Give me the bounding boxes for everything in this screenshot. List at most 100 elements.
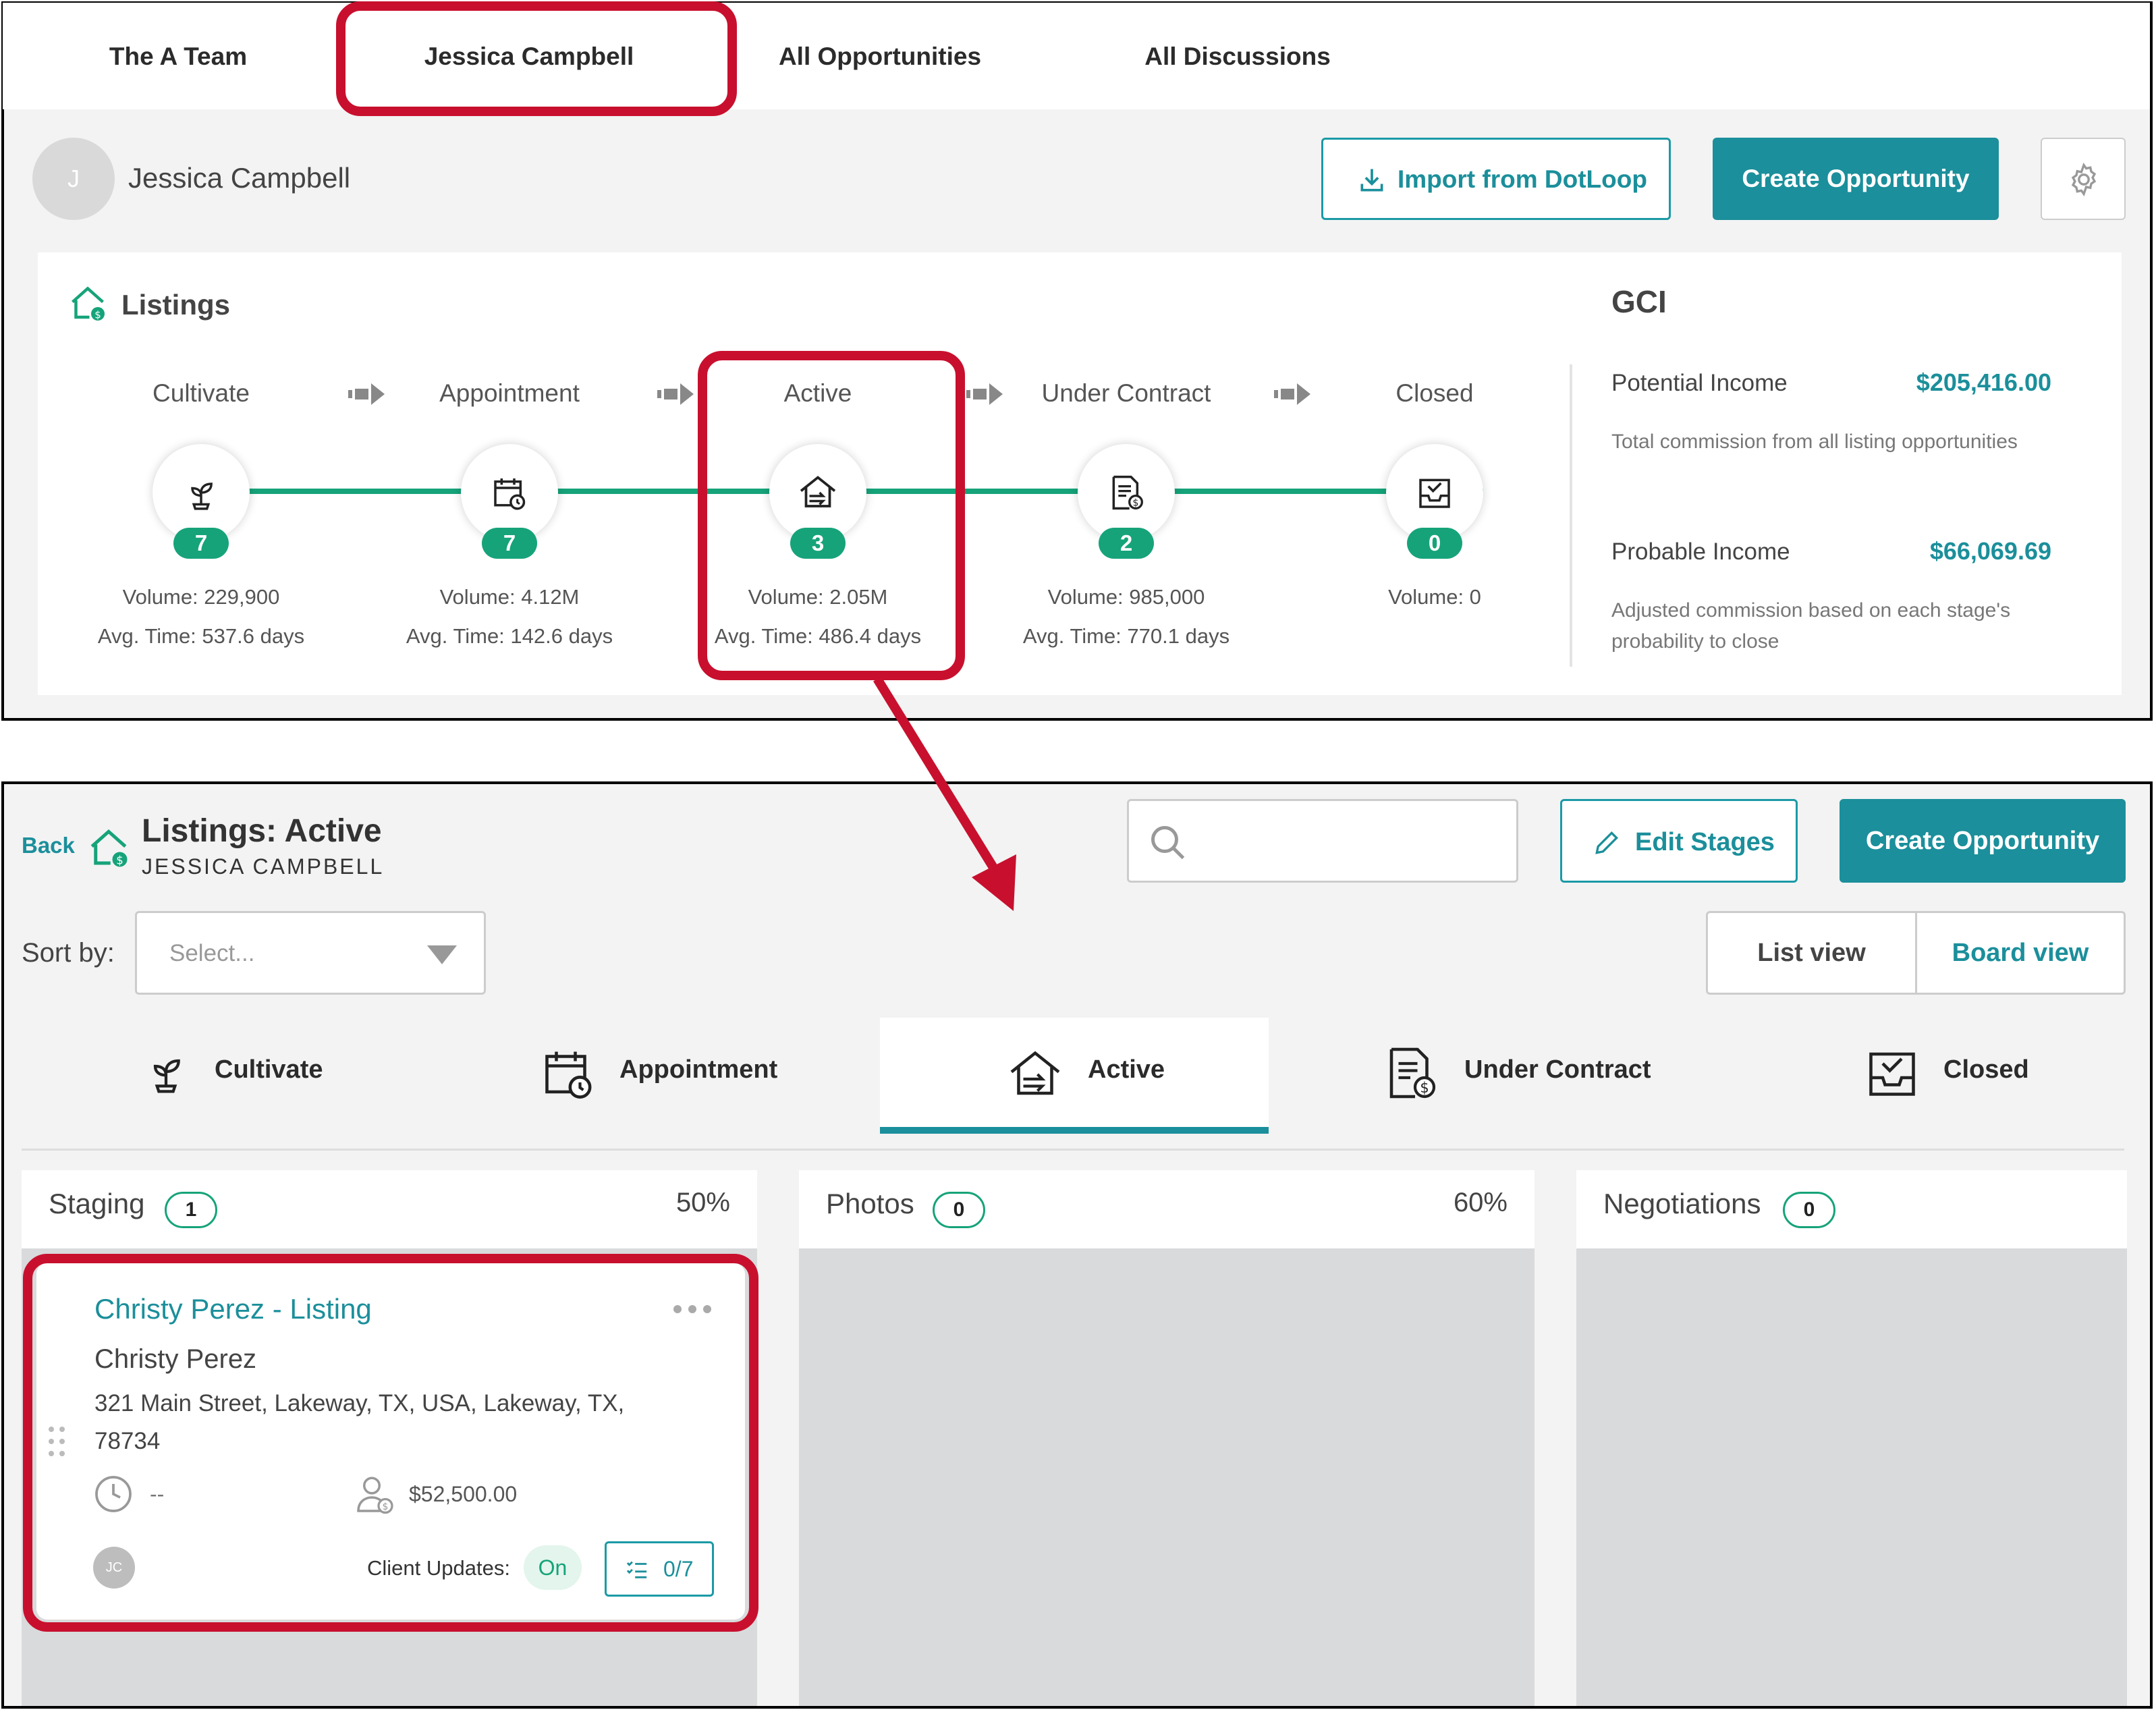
tab-label: Active	[1088, 1055, 1165, 1084]
chevron-down-icon	[427, 945, 457, 964]
chevron-right-icon	[348, 383, 385, 405]
inbox-check-icon	[1419, 478, 1450, 508]
stage-count-badge: 2	[1099, 528, 1154, 559]
pencil-icon	[1595, 831, 1619, 854]
tab-label: Under Contract	[1464, 1055, 1651, 1084]
avatar: J	[32, 138, 115, 220]
svg-text:$: $	[116, 854, 123, 866]
tab-closed[interactable]: Closed	[1860, 1018, 2089, 1132]
page-subtitle: JESSICA CAMPBELL	[142, 854, 385, 879]
probable-income-desc: Adjusted commission based on each stage'…	[1611, 599, 2011, 653]
document-dollar-icon: $	[1389, 1047, 1436, 1099]
stage-avg-time: Avg. Time: 142.6 days	[406, 624, 613, 648]
potential-income-label: Potential Income	[1611, 370, 1788, 396]
stage-tabs-divider	[22, 1149, 2124, 1151]
import-dotloop-button[interactable]: Import from DotLoop	[1321, 138, 1671, 220]
listings-title: Listings	[121, 289, 231, 321]
column-title: Staging	[49, 1188, 145, 1219]
potential-income-desc: Total commission from all listing opport…	[1611, 431, 2018, 453]
tab-cultivate[interactable]: Cultivate	[135, 1018, 378, 1132]
house-arrow-icon	[1010, 1051, 1060, 1095]
tab-under-contract[interactable]: $ Under Contract	[1377, 1018, 1687, 1132]
create-opportunity-button[interactable]: Create Opportunity	[1713, 138, 1999, 220]
gci-divider	[1570, 364, 1572, 667]
chevron-right-icon	[966, 383, 1003, 405]
house-dollar-icon: $	[90, 829, 128, 867]
tab-all-discussions[interactable]: All Discussions	[1123, 30, 1352, 84]
stage-appointment[interactable]	[461, 444, 558, 541]
column-header-photos: Photos 0 60%	[799, 1170, 1535, 1248]
list-view-button[interactable]: List view	[1708, 913, 1917, 993]
column-header-negotiations: Negotiations 0	[1576, 1170, 2127, 1248]
settings-button[interactable]	[2041, 138, 2126, 220]
page-title: Listings: Active	[142, 813, 382, 849]
svg-text:$: $	[94, 308, 101, 321]
search-icon	[1151, 826, 1185, 860]
tab-active[interactable]: Active	[880, 1018, 1269, 1134]
highlight-opportunity-card	[23, 1254, 758, 1632]
tab-label: Closed	[1943, 1055, 2029, 1084]
view-toggle: List view Board view	[1706, 911, 2126, 995]
gear-icon	[2071, 163, 2097, 196]
stage-label-cultivate: Cultivate	[153, 379, 250, 407]
board-view-button[interactable]: Board view	[1917, 913, 2124, 993]
sort-placeholder: Select...	[169, 940, 255, 966]
highlight-active-stage	[698, 351, 965, 680]
tab-label: Appointment	[619, 1055, 778, 1084]
create-opportunity-button[interactable]: Create Opportunity	[1840, 799, 2126, 883]
column-percent: 60%	[1453, 1188, 1508, 1217]
stage-cultivate[interactable]	[153, 444, 250, 541]
tab-the-a-team[interactable]: The A Team	[77, 30, 279, 84]
sort-select[interactable]: Select...	[135, 911, 486, 995]
edit-stages-button[interactable]: Edit Stages	[1560, 799, 1798, 883]
highlight-jessica-tab	[336, 1, 737, 116]
stage-label-closed: Closed	[1395, 379, 1474, 407]
stage-volume: Volume: 0	[1388, 585, 1481, 609]
sort-label: Sort by:	[22, 938, 115, 968]
column-title: Photos	[826, 1188, 914, 1219]
inbox-check-icon	[1869, 1052, 1915, 1096]
column-body-negotiations	[1576, 1248, 2127, 1706]
probable-income-label: Probable Income	[1611, 539, 1790, 565]
svg-text:$: $	[1420, 1080, 1429, 1096]
stage-under-contract[interactable]: $	[1078, 444, 1175, 541]
user-name: Jessica Campbell	[128, 162, 351, 194]
stage-count-badge: 0	[1407, 528, 1462, 559]
stage-closed[interactable]	[1386, 444, 1483, 541]
calendar-clock-icon	[545, 1051, 592, 1099]
stage-avg-time: Avg. Time: 770.1 days	[1022, 624, 1230, 648]
plant-icon	[191, 482, 213, 510]
calendar-clock-icon	[494, 478, 526, 510]
tab-label: Cultivate	[215, 1055, 323, 1084]
stage-volume: Volume: 985,000	[1047, 585, 1205, 609]
document-dollar-icon: $	[1112, 475, 1143, 510]
chevron-right-icon	[1274, 383, 1310, 405]
top-tab-bar: The A Team Jessica Campbell All Opportun…	[3, 3, 2150, 109]
edit-stages-label: Edit Stages	[1635, 828, 1775, 856]
column-body-photos	[799, 1248, 1535, 1706]
stage-label-under-contract: Under Contract	[1041, 379, 1211, 407]
svg-text:$: $	[1133, 497, 1139, 508]
tab-appointment[interactable]: Appointment	[533, 1018, 817, 1132]
stage-count-badge: 7	[173, 528, 229, 559]
tab-all-opportunities[interactable]: All Opportunities	[752, 30, 1008, 84]
stage-avg-time: Avg. Time: 537.6 days	[97, 624, 305, 648]
stage-label-appointment: Appointment	[439, 379, 580, 407]
active-tab-indicator	[880, 1127, 1269, 1134]
column-percent: 50%	[675, 1188, 730, 1217]
column-count-badge: 0	[933, 1192, 985, 1228]
back-link[interactable]: Back	[22, 833, 75, 858]
potential-income-value: $205,416.00	[1916, 368, 2051, 396]
import-dotloop-label: Import from DotLoop	[1398, 165, 1647, 193]
column-count-badge: 0	[1783, 1192, 1835, 1228]
pointer-arrow	[873, 676, 1016, 911]
stage-volume: Volume: 4.12M	[439, 585, 580, 609]
stage-volume: Volume: 229,900	[122, 585, 280, 609]
column-count-badge: 1	[165, 1192, 217, 1228]
chevron-right-icon	[657, 383, 694, 405]
plant-icon	[153, 1059, 180, 1093]
search-input[interactable]	[1127, 799, 1518, 883]
column-header-staging: Staging 1 50%	[22, 1170, 757, 1248]
house-dollar-icon: $	[72, 286, 105, 321]
gci-title: GCI	[1611, 284, 1667, 319]
